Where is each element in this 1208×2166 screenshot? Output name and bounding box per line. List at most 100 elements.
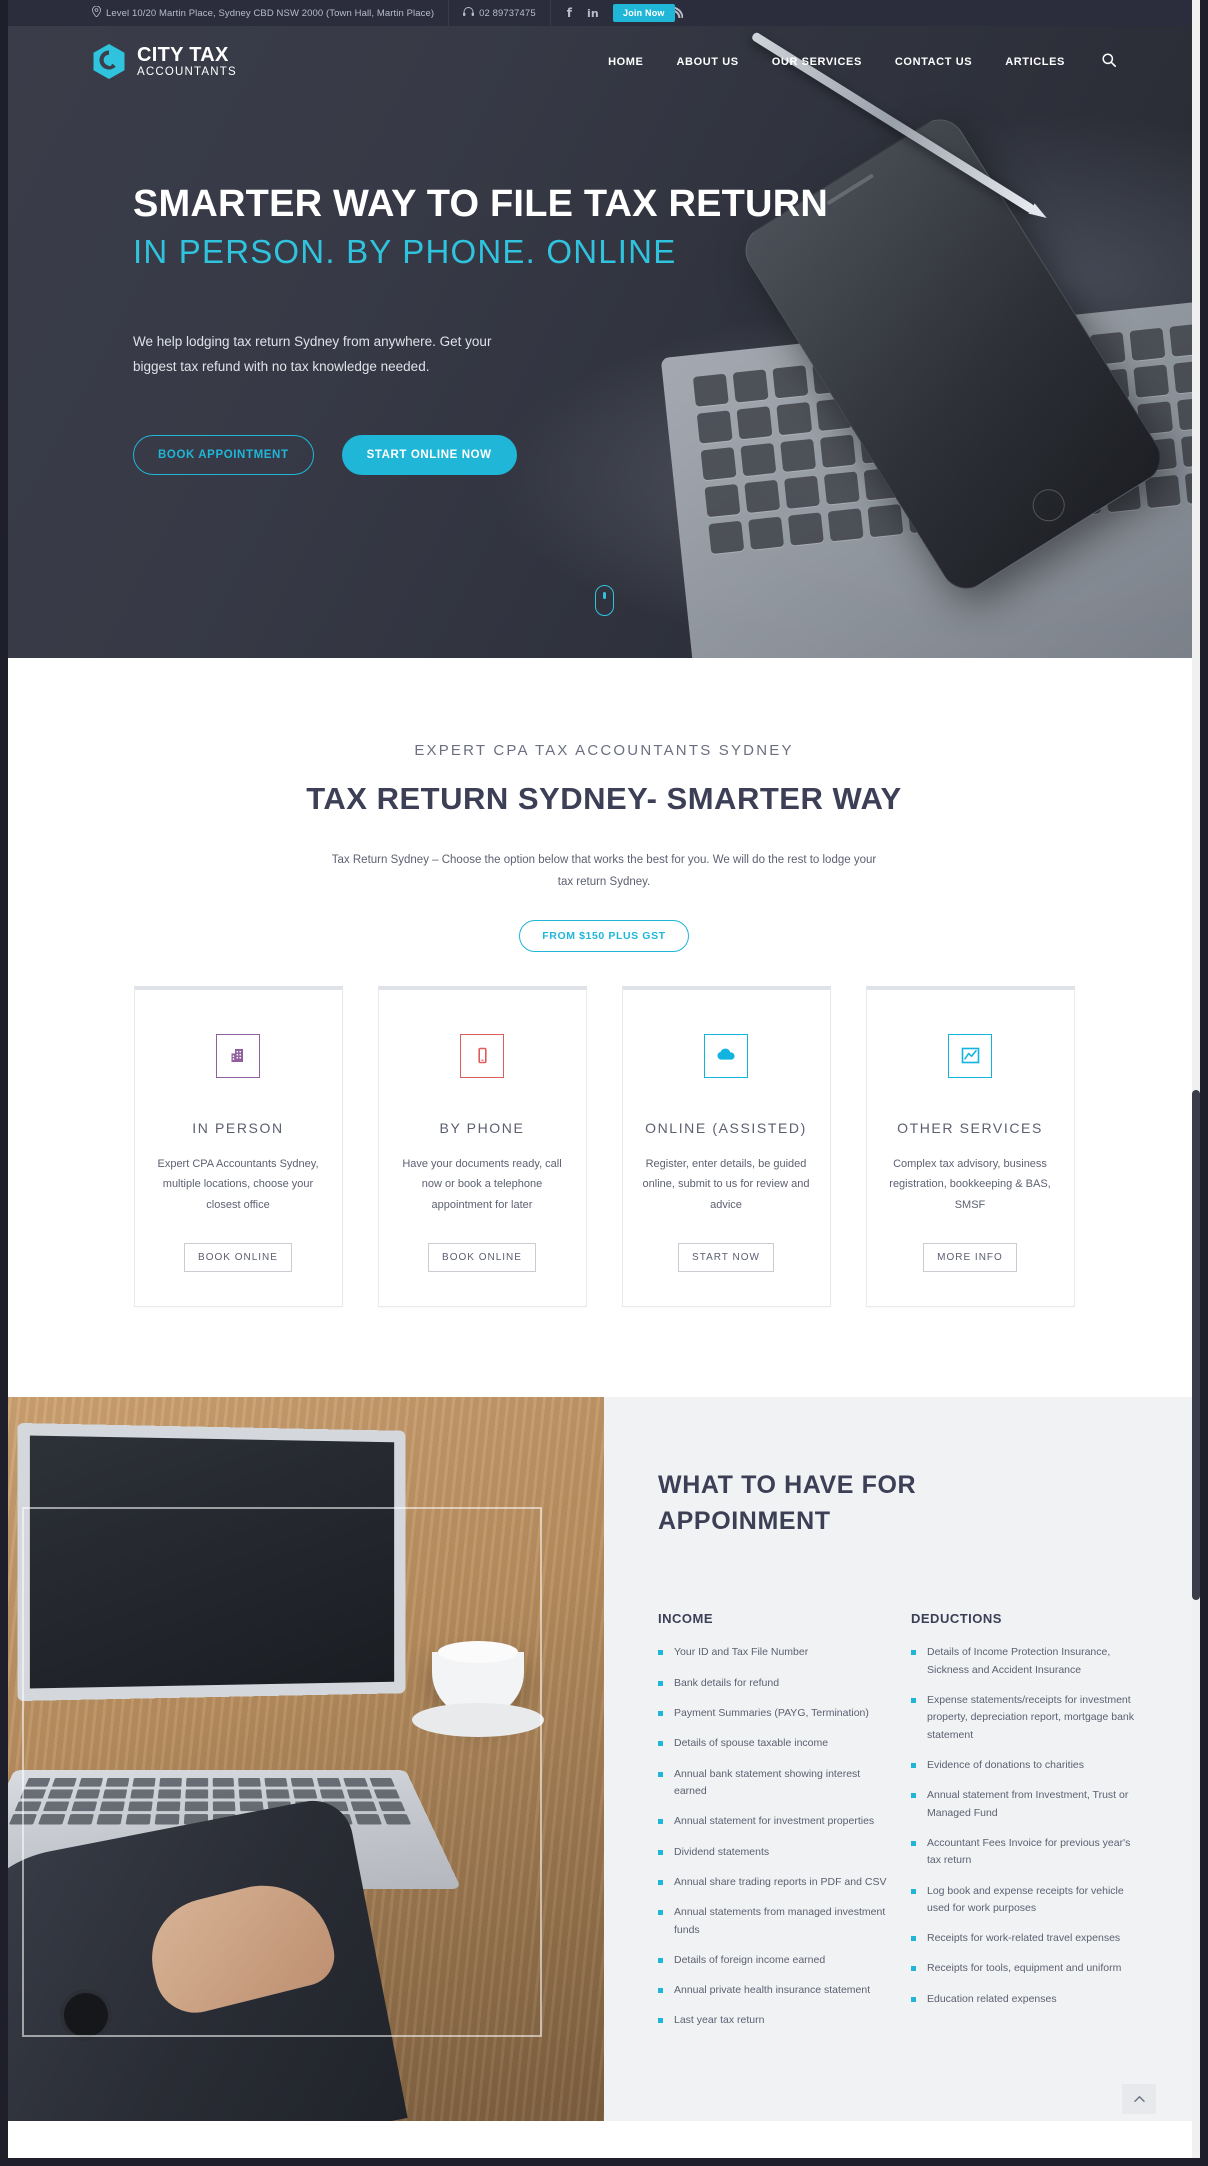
- book-appointment-button[interactable]: BOOK APPOINTMENT: [133, 435, 314, 476]
- card-icon-frame: [460, 1033, 504, 1078]
- laptop-workspace-photo: [0, 1396, 604, 2121]
- phone-block[interactable]: 02 89737475: [463, 6, 536, 20]
- services-eyebrow: EXPERT CPA TAX ACCOUNTANTS SYDNEY: [414, 742, 794, 759]
- start-online-now-button[interactable]: START ONLINE NOW: [341, 435, 517, 476]
- services-section: EXPERT CPA TAX ACCOUNTANTS SYDNEY TAX RE…: [0, 658, 1208, 1397]
- card-description: Expert CPA Accountants Sydney, multiple …: [157, 1157, 319, 1211]
- list-item: Education related expenses: [911, 1991, 1142, 2008]
- service-cards: IN PERSON Expert CPA Accountants Sydney,…: [0, 985, 1208, 1307]
- hero-section: CITY TAX ACCOUNTANTS HOME ABOUT US OUR S…: [0, 26, 1208, 658]
- list-item: Log book and expense receipts for vehicl…: [911, 1883, 1142, 1918]
- page-root: Level 10/20 Martin Place, Sydney CBD NSW…: [0, 0, 1208, 2166]
- card-title: OTHER SERVICES: [897, 1119, 1043, 1136]
- card-title: IN PERSON: [192, 1119, 284, 1136]
- hero-button-group: BOOK APPOINTMENT START ONLINE NOW: [133, 435, 1208, 476]
- list-item: Expense statements/receipts for investme…: [911, 1692, 1142, 1744]
- address-text: Level 10/20 Martin Place, Sydney CBD NSW…: [106, 7, 435, 19]
- top-info-bar: Level 10/20 Martin Place, Sydney CBD NSW…: [0, 0, 1208, 26]
- site-header: CITY TAX ACCOUNTANTS HOME ABOUT US OUR S…: [0, 26, 1208, 98]
- price-pill-button[interactable]: FROM $150 PLUS GST: [519, 919, 689, 952]
- hexagon-logo-icon: [92, 43, 126, 81]
- vertical-scrollbar[interactable]: [1192, 0, 1200, 2166]
- deductions-column: DEDUCTIONS Details of Income Protection …: [911, 1611, 1142, 2042]
- address-block: Level 10/20 Martin Place, Sydney CBD NSW…: [92, 5, 435, 20]
- chevron-up-icon: [1133, 2092, 1145, 2107]
- card-title: ONLINE (ASSISTED): [645, 1119, 807, 1136]
- deductions-heading: DEDUCTIONS: [911, 1611, 1002, 1627]
- list-item: Dividend statements: [658, 1844, 889, 1861]
- facebook-icon[interactable]: f: [567, 7, 572, 19]
- headset-icon: [463, 6, 475, 20]
- card-description: Register, enter details, be guided onlin…: [642, 1157, 810, 1211]
- list-item: Annual bank statement showing interest e…: [658, 1766, 889, 1801]
- back-to-top-button[interactable]: [1122, 2084, 1156, 2114]
- list-item: Receipts for tools, equipment and unifor…: [911, 1960, 1142, 1977]
- hero-content: SMARTER WAY TO FILE TAX RETURN IN PERSON…: [0, 98, 1208, 476]
- checklist-columns: INCOME Your ID and Tax File Number Bank …: [658, 1611, 1142, 2042]
- hero-paragraph: We help lodging tax return Sydney from a…: [133, 334, 492, 375]
- card-cta-button[interactable]: BOOK ONLINE: [428, 1242, 536, 1272]
- topbar-divider-2: [549, 0, 551, 26]
- site-logo[interactable]: CITY TAX ACCOUNTANTS: [92, 43, 237, 81]
- logo-primary-text: CITY TAX: [137, 44, 229, 67]
- nav-item-contact-us[interactable]: CONTACT US: [895, 56, 972, 68]
- service-card-in-person[interactable]: IN PERSON Expert CPA Accountants Sydney,…: [133, 985, 343, 1307]
- scroll-down-mouse-icon[interactable]: [595, 585, 614, 616]
- income-list: Your ID and Tax File Number Bank details…: [658, 1644, 889, 2029]
- scrollbar-thumb[interactable]: [1192, 1090, 1200, 1600]
- income-heading: INCOME: [658, 1611, 713, 1627]
- nav-item-articles[interactable]: ARTICLES: [1005, 56, 1065, 68]
- service-card-by-phone[interactable]: BY PHONE Have your documents ready, call…: [377, 985, 587, 1307]
- list-item: Bank details for refund: [658, 1675, 889, 1692]
- phone-number: 02 89737475: [479, 7, 536, 19]
- list-item: Annual statement for investment properti…: [658, 1813, 889, 1830]
- logo-secondary-text: ACCOUNTANTS: [137, 66, 237, 79]
- window-frame-right: [1200, 0, 1208, 2166]
- list-item: Details of foreign income earned: [658, 1952, 889, 1969]
- logo-wordmark: CITY TAX ACCOUNTANTS: [137, 45, 237, 79]
- window-frame-bottom: [0, 2158, 1208, 2166]
- card-cta-button[interactable]: BOOK ONLINE: [184, 1242, 292, 1272]
- list-item: Payment Summaries (PAYG, Termination): [658, 1705, 889, 1722]
- service-card-other-services[interactable]: OTHER SERVICES Complex tax advisory, bus…: [865, 985, 1075, 1307]
- office-building-icon: [229, 1046, 248, 1065]
- card-description: Complex tax advisory, business registrat…: [889, 1157, 1051, 1211]
- hero-subheading: IN PERSON. BY PHONE. ONLINE: [133, 232, 677, 270]
- window-frame-left: [0, 0, 8, 2166]
- card-cta-button[interactable]: MORE INFO: [923, 1242, 1017, 1272]
- list-item: Accountant Fees Invoice for previous yea…: [911, 1835, 1142, 1870]
- card-icon-frame: [216, 1033, 260, 1078]
- list-item: Details of Income Protection Insurance, …: [911, 1644, 1142, 1679]
- location-pin-icon: [92, 5, 101, 20]
- topbar-divider-1: [448, 0, 450, 26]
- appointment-title: WHAT TO HAVE FOR APPOINMENT: [658, 1470, 917, 1536]
- list-item: Annual statements from managed investmen…: [658, 1904, 889, 1939]
- nav-item-our-services[interactable]: OUR SERVICES: [772, 56, 862, 68]
- card-title: BY PHONE: [439, 1119, 525, 1136]
- join-now-button[interactable]: Join Now: [613, 4, 675, 22]
- nav-item-home[interactable]: HOME: [608, 56, 643, 68]
- card-icon-frame: [948, 1033, 992, 1078]
- line-chart-icon: [961, 1047, 980, 1064]
- photo-frame-outline: [22, 1506, 542, 2037]
- list-item: Your ID and Tax File Number: [658, 1644, 889, 1661]
- appointment-section: WHAT TO HAVE FOR APPOINMENT INCOME Your …: [0, 1396, 1208, 2121]
- search-icon[interactable]: [1102, 53, 1116, 71]
- linkedin-icon[interactable]: in: [587, 8, 599, 19]
- cloud-icon: [716, 1048, 736, 1063]
- nav-item-about-us[interactable]: ABOUT US: [677, 56, 739, 68]
- list-item: Annual private health insurance statemen…: [658, 1982, 889, 1999]
- list-item: Receipts for work-related travel expense…: [911, 1930, 1142, 1947]
- deductions-list: Details of Income Protection Insurance, …: [911, 1644, 1142, 2008]
- service-card-online-assisted[interactable]: ONLINE (ASSISTED) Register, enter detail…: [621, 985, 831, 1307]
- services-title: TAX RETURN SYDNEY- SMARTER WAY: [306, 781, 902, 816]
- card-cta-button[interactable]: START NOW: [678, 1242, 774, 1272]
- list-item: Annual share trading reports in PDF and …: [658, 1874, 889, 1891]
- income-column: INCOME Your ID and Tax File Number Bank …: [658, 1611, 889, 2042]
- main-navigation: HOME ABOUT US OUR SERVICES CONTACT US AR…: [608, 53, 1116, 71]
- list-item: Evidence of donations to charities: [911, 1757, 1142, 1774]
- list-item: Last year tax return: [658, 2012, 889, 2029]
- appointment-content: WHAT TO HAVE FOR APPOINMENT INCOME Your …: [604, 1397, 1208, 2121]
- list-item: Details of spouse taxable income: [658, 1735, 889, 1752]
- list-item: Annual statement from Investment, Trust …: [911, 1787, 1142, 1822]
